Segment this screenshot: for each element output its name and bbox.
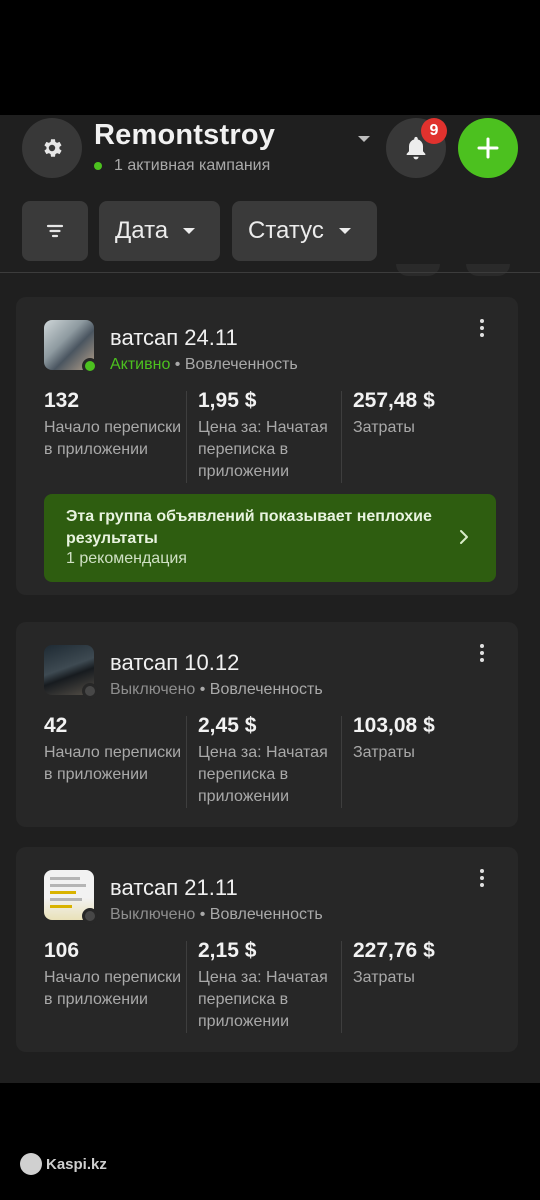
watermark-text: Kaspi.kz — [46, 1155, 107, 1173]
metric-cost-per: 2,15 $ Цена за: Начатая переписка в прил… — [198, 939, 348, 1033]
status-filter-label: Статус — [248, 217, 324, 244]
partial-button — [396, 264, 440, 276]
ad-objective: • Вовлеченность — [195, 906, 323, 923]
metric-label: Цена за: Начатая переписка в приложении — [198, 419, 328, 480]
metric-label: Цена за: Начатая переписка в приложении — [198, 969, 328, 1030]
metric-conversations: 42 Начало переписки в приложении — [44, 714, 184, 786]
chevron-down-icon — [338, 228, 351, 234]
metric-spend: 227,76 $ Затраты — [353, 939, 503, 989]
metric-label: Затраты — [353, 744, 415, 761]
metric-value: 106 — [44, 939, 80, 962]
filter-icon — [46, 224, 64, 238]
ad-set-subtitle: Выключено • Вовлеченность — [110, 681, 323, 699]
ad-set-subtitle: Активно • Вовлеченность — [110, 356, 298, 374]
metrics-row: 132 Начало переписки в приложении 1,95 $… — [16, 389, 518, 485]
metric-cost-per: 1,95 $ Цена за: Начатая переписка в прил… — [198, 389, 348, 483]
create-button[interactable] — [458, 118, 518, 178]
metric-label: Затраты — [353, 969, 415, 986]
divider — [341, 716, 342, 808]
ad-status: Выключено — [110, 906, 196, 923]
metric-label: Начало переписки в приложении — [44, 969, 182, 1008]
metric-value: 103,08 $ — [353, 714, 435, 737]
ad-status: Выключено — [110, 681, 196, 698]
date-filter-label: Дата — [115, 217, 169, 244]
divider — [186, 941, 187, 1033]
divider — [341, 941, 342, 1033]
metric-conversations: 132 Начало переписки в приложении — [44, 389, 184, 461]
ad-set-card[interactable]: ватсап 21.11 Выключено • Вовлеченность 1… — [16, 847, 518, 1052]
status-filter[interactable]: Статус — [232, 201, 377, 261]
ad-set-title: ватсап 24.11 — [110, 325, 238, 350]
recommendation-count: 1 рекомендация — [66, 550, 187, 567]
status-dot — [82, 908, 98, 924]
status-dot — [82, 358, 98, 374]
ads-manager-screen: Remontstroy 1 активная кампания 9 Дата С… — [0, 115, 540, 1083]
divider — [186, 391, 187, 483]
more-menu-icon[interactable] — [474, 644, 490, 668]
metric-spend: 257,48 $ Затраты — [353, 389, 503, 439]
metric-label: Начало переписки в приложении — [44, 419, 182, 458]
divider — [341, 391, 342, 483]
divider — [186, 716, 187, 808]
plus-icon — [477, 137, 499, 159]
watermark: Kaspi.kz — [20, 1153, 107, 1175]
metric-label: Цена за: Начатая переписка в приложении — [198, 744, 328, 805]
filter-button[interactable] — [22, 201, 88, 261]
metric-value: 2,15 $ — [198, 939, 257, 962]
chevron-down-icon[interactable] — [357, 134, 371, 144]
chevron-right-icon — [460, 530, 468, 544]
metric-value: 42 — [44, 714, 68, 737]
divider — [0, 272, 540, 273]
more-menu-icon[interactable] — [474, 319, 490, 343]
metric-label: Начало переписки в приложении — [44, 744, 182, 783]
metric-value: 2,45 $ — [198, 714, 257, 737]
ad-set-title: ватсап 10.12 — [110, 650, 240, 675]
ad-set-subtitle: Выключено • Вовлеченность — [110, 906, 323, 924]
recommendation-title: Эта группа объявлений показывает неплохи… — [66, 508, 432, 547]
kaspi-logo-icon — [20, 1153, 42, 1175]
top-bar: Remontstroy 1 активная кампания 9 — [0, 115, 540, 190]
account-status-text: 1 активная кампания — [114, 157, 271, 174]
metric-spend: 103,08 $ Затраты — [353, 714, 503, 764]
metric-conversations: 106 Начало переписки в приложении — [44, 939, 184, 1011]
ad-set-title: ватсап 21.11 — [110, 875, 238, 900]
ad-status: Активно — [110, 356, 171, 373]
ad-set-card[interactable]: ватсап 10.12 Выключено • Вовлеченность 4… — [16, 622, 518, 827]
metric-value: 257,48 $ — [353, 389, 435, 412]
more-menu-icon[interactable] — [474, 869, 490, 893]
metric-value: 132 — [44, 389, 80, 412]
notifications-badge: 9 — [421, 118, 447, 144]
partial-button — [466, 264, 510, 276]
account-status: 1 активная кампания — [94, 157, 270, 175]
metric-cost-per: 2,45 $ Цена за: Начатая переписка в прил… — [198, 714, 348, 808]
ad-set-card[interactable]: ватсап 24.11 Активно • Вовлеченность 132… — [16, 297, 518, 595]
metric-label: Затраты — [353, 419, 415, 436]
metric-value: 1,95 $ — [198, 389, 257, 412]
chevron-down-icon — [183, 228, 196, 234]
metrics-row: 106 Начало переписки в приложении 2,15 $… — [16, 939, 518, 1035]
recommendation-banner[interactable]: Эта группа объявлений показывает неплохи… — [44, 494, 496, 582]
gear-icon — [44, 139, 62, 157]
settings-button[interactable] — [22, 118, 82, 178]
account-name[interactable]: Remontstroy — [94, 119, 275, 152]
status-dot — [82, 683, 98, 699]
metric-value: 227,76 $ — [353, 939, 435, 962]
ad-objective: • Вовлеченность — [195, 681, 323, 698]
date-filter[interactable]: Дата — [99, 201, 220, 261]
ad-objective: • Вовлеченность — [170, 356, 298, 373]
metrics-row: 42 Начало переписки в приложении 2,45 $ … — [16, 714, 518, 810]
filter-bar: Дата Статус — [0, 201, 540, 263]
active-dot — [94, 162, 102, 170]
